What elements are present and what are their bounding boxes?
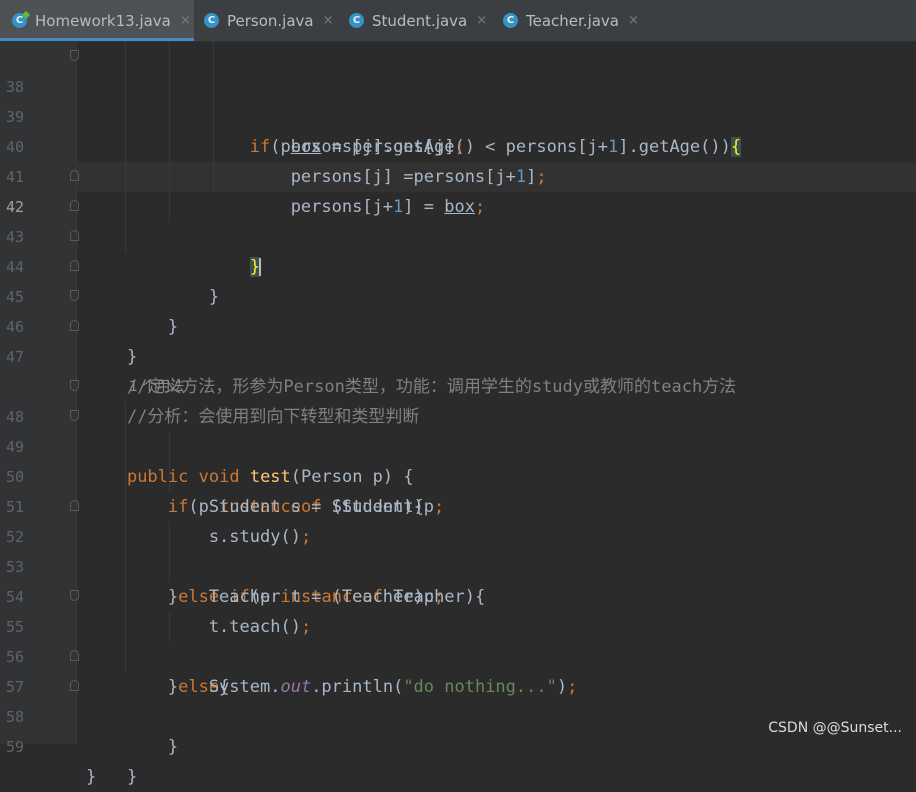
editor-tab-bar: C Homework13.java × C Person.java × C St… <box>0 0 916 42</box>
code-line[interactable]: 50 Student s = (Student)p; <box>0 432 916 517</box>
tab-student[interactable]: C Student.java × <box>349 0 487 41</box>
fold-marker-icon[interactable] <box>70 500 79 511</box>
fold-marker-icon[interactable] <box>70 170 79 181</box>
tab-homework13[interactable]: C Homework13.java × <box>0 0 194 41</box>
fold-marker-icon[interactable] <box>70 200 79 211</box>
tab-label: Person.java <box>227 11 314 30</box>
tab-label: Homework13.java <box>35 11 171 30</box>
java-class-main-icon: C <box>12 13 27 28</box>
code-line[interactable]: 55 }else{ <box>0 582 916 697</box>
java-class-icon: C <box>349 13 364 28</box>
usage-hint-line[interactable]: 1 个用法 <box>0 342 916 395</box>
code-line[interactable]: 53 Teacher t = (Teacher)p; <box>0 522 916 607</box>
fold-marker-icon[interactable] <box>70 230 79 241</box>
java-class-icon: C <box>503 13 518 28</box>
code-line[interactable]: 47 //分析：会使用到向下转型和类型判断 <box>0 312 916 427</box>
line-number: 59 <box>6 738 25 756</box>
fold-marker-icon[interactable] <box>70 290 79 301</box>
tab-teacher[interactable]: C Teacher.java × <box>503 0 639 41</box>
java-class-icon: C <box>204 13 219 28</box>
close-icon[interactable]: × <box>628 13 639 28</box>
fold-marker-icon[interactable] <box>70 590 79 601</box>
code-line-current[interactable]: 42 } <box>0 162 916 277</box>
code-text: } <box>86 767 97 787</box>
code-line[interactable]: 39 box = persons[j]; <box>0 72 916 157</box>
close-icon[interactable]: × <box>476 13 487 28</box>
fold-marker-icon[interactable] <box>70 650 79 661</box>
close-icon[interactable]: × <box>180 13 191 28</box>
csdn-watermark: CSDN @@Sunset... <box>768 720 902 736</box>
tab-label: Student.java <box>372 11 468 30</box>
fold-marker-icon[interactable] <box>70 380 79 391</box>
tab-person[interactable]: C Person.java × <box>204 0 334 41</box>
code-line[interactable]: 51 s.study(); <box>0 462 916 547</box>
fold-marker-icon[interactable] <box>70 260 79 271</box>
code-line[interactable]: 45 } <box>0 252 916 367</box>
tab-label: Teacher.java <box>526 11 620 30</box>
fold-marker-icon[interactable] <box>70 50 79 61</box>
code-line[interactable]: 46 //定义方法，形参为Person类型，功能：调用学生的study或教师的t… <box>0 282 916 397</box>
code-line[interactable]: 38 if(persons[j].getAge() < persons[j+1]… <box>0 42 916 157</box>
code-line[interactable]: 48 public void test(Person p) { <box>0 372 916 487</box>
code-line[interactable]: 57 } <box>0 642 916 757</box>
code-line[interactable]: 49 if(p instanceof Student){ <box>0 402 916 517</box>
code-line[interactable]: 54 t.teach(); <box>0 552 916 637</box>
code-line[interactable]: 52 }else if(p instanceof Teacher){ <box>0 492 916 607</box>
fold-marker-icon[interactable] <box>70 680 79 691</box>
code-line[interactable]: 40 persons[j] =persons[j+1]; <box>0 102 916 187</box>
code-line[interactable]: 58 } <box>0 672 916 787</box>
code-line[interactable]: 56 System.out.println("do nothing..."); <box>0 612 916 697</box>
fold-marker-icon[interactable] <box>70 320 79 331</box>
code-text: } <box>86 737 179 757</box>
code-line[interactable]: 43 } <box>0 192 916 307</box>
close-icon[interactable]: × <box>323 13 334 28</box>
code-line[interactable]: 41 persons[j+1] = box; <box>0 132 916 217</box>
code-line[interactable]: 44 } <box>0 222 916 337</box>
fold-marker-icon[interactable] <box>70 410 79 421</box>
